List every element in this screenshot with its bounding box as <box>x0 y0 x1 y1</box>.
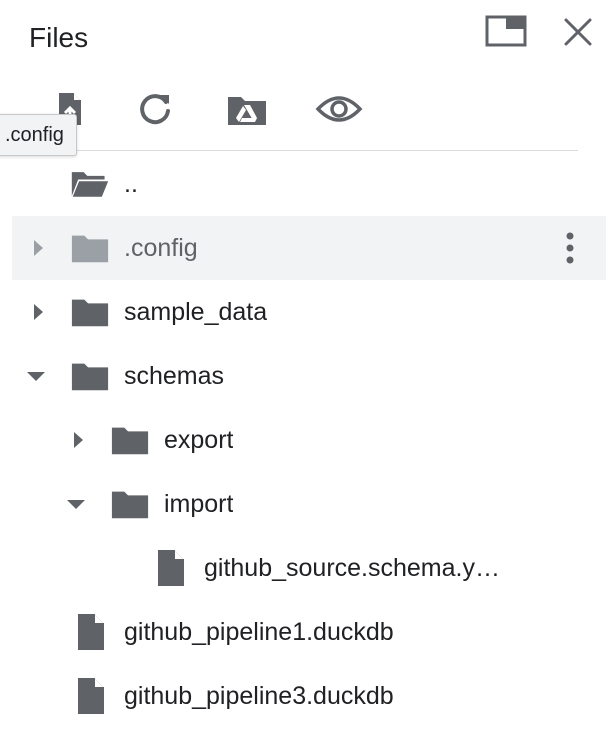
panel-title: Files <box>29 22 89 53</box>
chevron-down-icon[interactable] <box>64 492 88 516</box>
tree-item-label: export <box>164 425 234 454</box>
more-vert-icon[interactable] <box>558 228 582 268</box>
folder-icon <box>70 292 110 332</box>
folder-open-icon <box>70 164 110 204</box>
folder-icon <box>110 420 150 460</box>
file-icon <box>70 676 110 716</box>
chevron-right-icon[interactable] <box>26 300 50 324</box>
toolbar-divider <box>12 150 578 151</box>
tree-item-import[interactable]: import <box>12 472 606 536</box>
folder-icon <box>110 484 150 524</box>
files-panel: Files .. .config sample_data schemas exp… <box>0 0 606 730</box>
tree-item-label: github_pipeline1.duckdb <box>124 617 394 646</box>
mount-drive-button[interactable] <box>222 84 272 134</box>
tree-item-export[interactable]: export <box>12 408 606 472</box>
file-icon <box>70 612 110 652</box>
chevron-right-icon[interactable] <box>26 236 50 260</box>
refresh-icon <box>140 94 170 125</box>
show-hidden-files-button[interactable] <box>314 84 364 134</box>
tree-item-pipeline1[interactable]: github_pipeline1.duckdb <box>12 600 606 664</box>
tree-item-label: github_source.schema.y… <box>204 553 500 582</box>
google-drive-folder-icon <box>228 97 266 125</box>
panel-window-icon <box>485 15 527 47</box>
folder-icon <box>70 356 110 396</box>
tree-item-label: .. <box>124 169 138 198</box>
tree-item-schemas[interactable]: schemas <box>12 344 606 408</box>
tree-item-parent[interactable]: .. <box>12 152 606 216</box>
file-icon <box>150 548 190 588</box>
tree-item-schema-file[interactable]: github_source.schema.y… <box>12 536 606 600</box>
refresh-button[interactable] <box>130 84 180 134</box>
tree-item-config[interactable]: .config <box>12 216 606 280</box>
tree-item-label: .config <box>124 233 198 262</box>
chevron-down-icon[interactable] <box>24 364 48 388</box>
files-toolbar <box>0 84 606 140</box>
tree-item-label: schemas <box>124 361 225 390</box>
tree-item-sample-data[interactable]: sample_data <box>12 280 606 344</box>
eye-icon <box>315 96 363 122</box>
folder-icon <box>70 228 110 268</box>
tooltip: .config <box>0 114 77 156</box>
tree-item-label: sample_data <box>124 297 268 326</box>
tree-item-label: import <box>164 489 234 518</box>
close-panel-button[interactable] <box>560 14 596 50</box>
tree-item-pipeline3[interactable]: github_pipeline3.duckdb <box>12 664 606 728</box>
close-icon <box>564 18 592 46</box>
chevron-right-icon[interactable] <box>66 428 90 452</box>
tree-item-label: github_pipeline3.duckdb <box>124 681 394 710</box>
maximize-panel-button[interactable] <box>484 14 528 48</box>
